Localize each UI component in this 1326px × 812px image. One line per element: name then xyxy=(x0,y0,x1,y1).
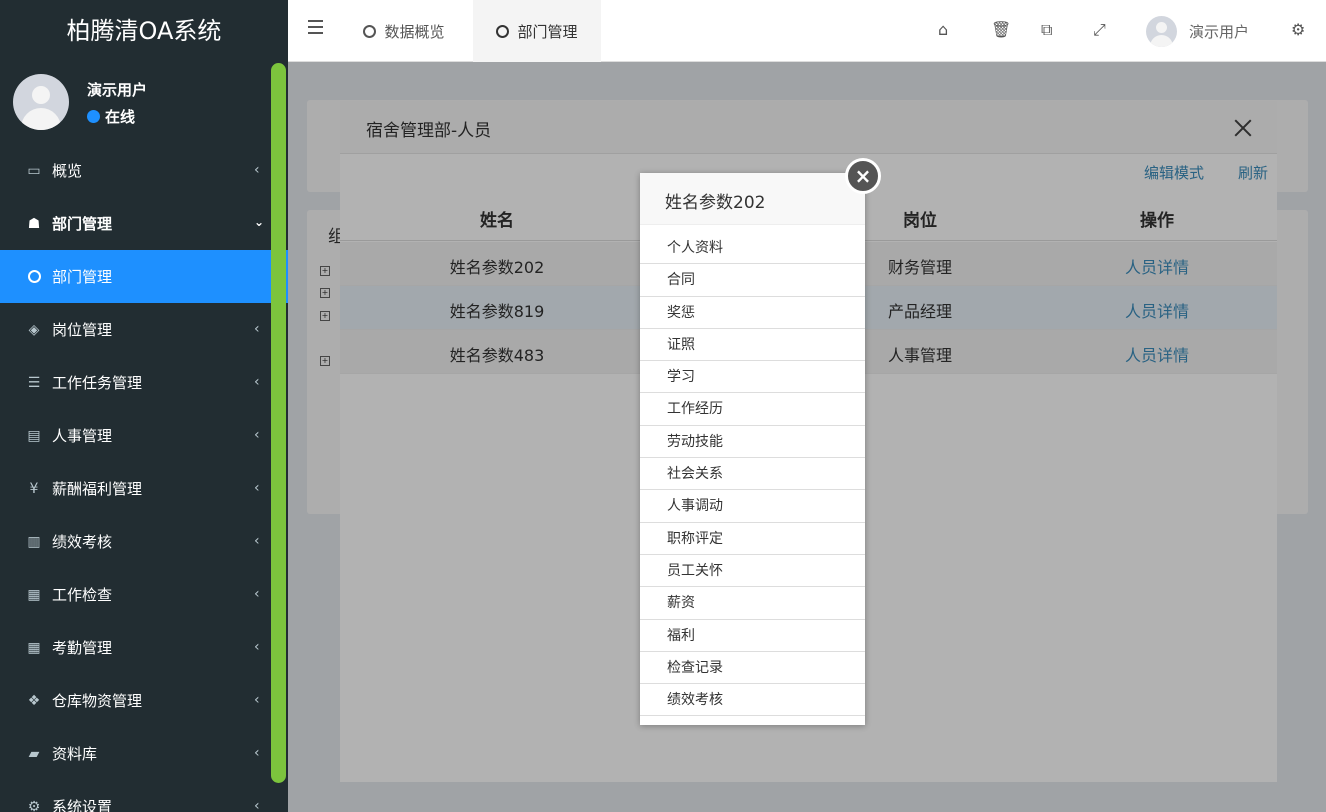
topbar-avatar[interactable] xyxy=(1146,16,1177,47)
popup-item-care[interactable]: 员工关怀 xyxy=(640,555,865,588)
circle-icon xyxy=(24,270,44,283)
chevron-left-icon: ‹ xyxy=(254,639,260,655)
sidebar-item-label: 部门管理 xyxy=(52,268,113,286)
sidebar-item-label: 仓库物资管理 xyxy=(52,692,143,710)
sidebar-item-attendance[interactable]: ▦ 考勤管理 ‹ xyxy=(0,621,288,674)
user-status-label: 在线 xyxy=(105,108,136,126)
chevron-left-icon: ‹ xyxy=(254,321,260,337)
book-icon: ▰ xyxy=(28,745,40,762)
sidebar-item-label: 岗位管理 xyxy=(52,321,113,339)
sidebar-item-label: 工作任务管理 xyxy=(52,374,143,392)
sidebar-menu: ▭ 概览 ‹ ☗ 部门管理 ⌄ 部门管理 ◈ 岗位管理 ‹ ☰ 工作任务管理 ‹ ▤ 人事管理 ‹ … xyxy=(0,144,288,812)
sidebar-item-label: 考勤管理 xyxy=(52,639,113,657)
sidebar-item-label: 资料库 xyxy=(52,745,98,763)
circle-icon xyxy=(363,24,377,38)
popup-item-profile[interactable]: 个人资料 xyxy=(640,232,865,265)
sidebar-item-department[interactable]: ☗ 部门管理 ⌄ xyxy=(0,197,288,250)
popup-item-contract[interactable]: 合同 xyxy=(640,264,865,297)
app-logo: 柏腾清OA系统 xyxy=(66,17,222,45)
top-navbar: 数据概览 部门管理 ⌂ 🗑 ⧉ ⤢ 演示用户 ⚙ xyxy=(288,0,1326,62)
popup-menu-list: 个人资料 合同 奖惩 证照 学习 工作经历 劳动技能 社会关系 人事调动 职称评… xyxy=(640,232,865,717)
chevron-left-icon: ‹ xyxy=(254,798,260,812)
menu-toggle-icon[interactable] xyxy=(308,20,323,38)
calendar-icon: ▦ xyxy=(27,639,41,656)
sidebar: 柏腾清OA系统 演示用户 在线 ▭ 概览 ‹ ☗ 部门管理 ⌄ 部门管理 ◈ 岗位管理 ‹ … xyxy=(0,0,288,812)
popup-item-relations[interactable]: 社会关系 xyxy=(640,458,865,491)
sidebar-item-performance[interactable]: ▥ 绩效考核 ‹ xyxy=(0,515,288,568)
popup-header: 姓名参数202 xyxy=(640,173,865,225)
sidebar-subitem-department[interactable]: 部门管理 xyxy=(0,250,288,303)
gear-icon: ⚙ xyxy=(27,798,41,812)
popup-item-study[interactable]: 学习 xyxy=(640,361,865,394)
chevron-left-icon: ‹ xyxy=(254,586,260,602)
online-dot-icon xyxy=(87,110,100,123)
sidebar-item-label: 概览 xyxy=(52,162,83,180)
tab-department[interactable]: 部门管理 xyxy=(473,0,601,62)
fullscreen-icon[interactable]: ⤢ xyxy=(1093,20,1106,40)
home-icon[interactable]: ⌂ xyxy=(938,20,948,39)
monitor-icon: ▭ xyxy=(27,162,41,179)
popup-item-titles[interactable]: 职称评定 xyxy=(640,523,865,555)
list-icon: ☰ xyxy=(27,374,41,391)
circle-icon xyxy=(496,24,510,38)
sidebar-item-position[interactable]: ◈ 岗位管理 ‹ xyxy=(0,303,288,356)
popup-item-rewards[interactable]: 奖惩 xyxy=(640,297,865,329)
popup-title: 姓名参数202 xyxy=(665,193,766,213)
tab-label: 部门管理 xyxy=(517,22,578,41)
chevron-down-icon: ⌄ xyxy=(254,215,265,229)
popup-item-work-history[interactable]: 工作经历 xyxy=(640,393,865,426)
bar-chart-icon: ▥ xyxy=(27,533,41,550)
sitemap-icon: ☗ xyxy=(27,215,41,232)
sidebar-item-label: 工作检查 xyxy=(52,586,113,604)
gears-icon[interactable]: ⚙ xyxy=(1291,20,1305,39)
yen-icon: ¥ xyxy=(29,480,39,497)
cube-icon: ◈ xyxy=(28,321,40,338)
user-panel: 演示用户 在线 xyxy=(0,62,288,142)
sidebar-item-tasks[interactable]: ☰ 工作任务管理 ‹ xyxy=(0,356,288,409)
sidebar-item-label: 人事管理 xyxy=(52,427,113,445)
tab-data-overview[interactable]: 数据概览 xyxy=(354,0,454,62)
cubes-icon: ❖ xyxy=(27,692,41,709)
chevron-left-icon: ‹ xyxy=(254,374,260,390)
chevron-left-icon: ‹ xyxy=(254,533,260,549)
user-name: 演示用户 xyxy=(87,81,148,99)
sidebar-item-label: 系统设置 xyxy=(52,798,113,812)
tab-label: 数据概览 xyxy=(384,22,445,41)
popup-item-benefits[interactable]: 福利 xyxy=(640,620,865,652)
popup-item-certificates[interactable]: 证照 xyxy=(640,329,865,362)
sidebar-item-overview[interactable]: ▭ 概览 ‹ xyxy=(0,144,288,197)
sidebar-item-label: 绩效考核 xyxy=(52,533,113,551)
sidebar-item-salary[interactable]: ¥ 薪酬福利管理 ‹ xyxy=(0,462,288,515)
user-avatar xyxy=(13,74,69,130)
chevron-left-icon: ‹ xyxy=(254,480,260,496)
chevron-left-icon: ‹ xyxy=(254,162,260,178)
user-status: 在线 xyxy=(87,106,135,127)
sidebar-item-warehouse[interactable]: ❖ 仓库物资管理 ‹ xyxy=(0,674,288,727)
popup-item-performance[interactable]: 绩效考核 xyxy=(640,684,865,717)
popup-item-skills[interactable]: 劳动技能 xyxy=(640,426,865,459)
chevron-left-icon: ‹ xyxy=(254,745,260,761)
chevron-left-icon: ‹ xyxy=(254,427,260,443)
sidebar-item-label: 部门管理 xyxy=(52,215,113,233)
sidebar-item-library[interactable]: ▰ 资料库 ‹ xyxy=(0,727,288,780)
popup-item-inspections[interactable]: 检查记录 xyxy=(640,652,865,685)
sidebar-scrollbar[interactable] xyxy=(271,63,286,783)
chevron-left-icon: ‹ xyxy=(254,692,260,708)
trash-icon[interactable]: 🗑 xyxy=(991,20,1011,39)
sidebar-item-inspection[interactable]: ▦ 工作检查 ‹ xyxy=(0,568,288,621)
popup-item-salary[interactable]: 薪资 xyxy=(640,587,865,620)
sidebar-item-settings[interactable]: ⚙ 系统设置 ‹ xyxy=(0,780,288,812)
calculator-icon: ▦ xyxy=(27,586,41,603)
id-card-icon: ▤ xyxy=(27,427,41,444)
popup-item-transfers[interactable]: 人事调动 xyxy=(640,490,865,523)
popup-close-icon[interactable]: × xyxy=(845,158,881,194)
topbar-user-name[interactable]: 演示用户 xyxy=(1189,21,1249,42)
sidebar-item-hr[interactable]: ▤ 人事管理 ‹ xyxy=(0,409,288,462)
translate-icon[interactable]: ⧉ xyxy=(1041,20,1052,40)
sidebar-item-label: 薪酬福利管理 xyxy=(52,480,143,498)
member-menu-popup: 姓名参数202 个人资料 合同 奖惩 证照 学习 工作经历 劳动技能 社会关系 … xyxy=(640,173,865,725)
